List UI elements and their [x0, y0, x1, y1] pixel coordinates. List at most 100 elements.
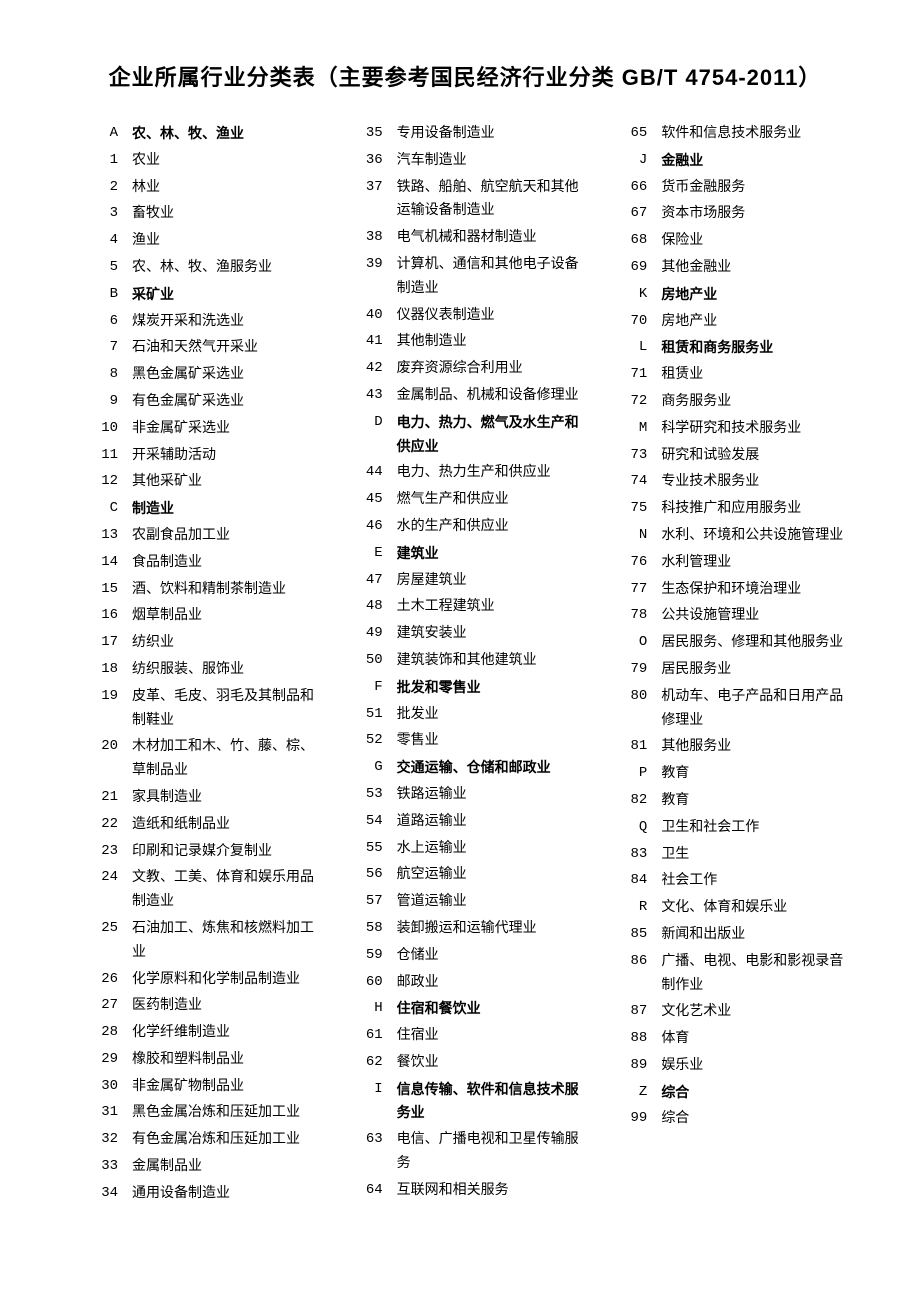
industry-name: 研究和试验发展 — [661, 444, 850, 468]
industry-row: H住宿和餐饮业 — [345, 997, 586, 1021]
industry-row: 13农副食品加工业 — [80, 524, 321, 548]
industry-row: 37铁路、船舶、航空航天和其他运输设备制造业 — [345, 176, 586, 224]
industry-name: 教育 — [661, 789, 850, 813]
industry-code: 53 — [345, 783, 397, 807]
industry-name: 新闻和出版业 — [661, 923, 850, 947]
industry-row: 23印刷和记录媒介复制业 — [80, 840, 321, 864]
industry-row: 5农、林、牧、渔服务业 — [80, 256, 321, 280]
industry-code: 7 — [80, 336, 132, 360]
industry-code: 45 — [345, 488, 397, 512]
industry-name: 住宿和餐饮业 — [397, 997, 586, 1021]
industry-row: R文化、体育和娱乐业 — [609, 896, 850, 920]
industry-code: 37 — [345, 176, 397, 200]
industry-code: 22 — [80, 813, 132, 837]
industry-row: 18纺织服装、服饰业 — [80, 658, 321, 682]
industry-code: 28 — [80, 1021, 132, 1045]
industry-name: 废弃资源综合利用业 — [397, 357, 586, 381]
industry-code: 47 — [345, 569, 397, 593]
industry-name: 居民服务、修理和其他服务业 — [661, 631, 850, 655]
industry-name: 开采辅助活动 — [132, 444, 321, 468]
industry-code: 67 — [609, 202, 661, 226]
industry-name: 铁路、船舶、航空航天和其他运输设备制造业 — [397, 176, 586, 224]
industry-name: 其他制造业 — [397, 330, 586, 354]
industry-code: D — [345, 411, 397, 435]
industry-name: 酒、饮料和精制茶制造业 — [132, 578, 321, 602]
industry-row: 29橡胶和塑料制品业 — [80, 1048, 321, 1072]
industry-row: 2林业 — [80, 176, 321, 200]
industry-code: 26 — [80, 968, 132, 992]
industry-code: 66 — [609, 176, 661, 200]
industry-code: 8 — [80, 363, 132, 387]
industry-row: 34通用设备制造业 — [80, 1182, 321, 1206]
industry-code: 6 — [80, 310, 132, 334]
industry-code: 72 — [609, 390, 661, 414]
industry-row: 1农业 — [80, 149, 321, 173]
industry-name: 教育 — [661, 762, 850, 786]
industry-code: 82 — [609, 789, 661, 813]
industry-name: 交通运输、仓储和邮政业 — [397, 756, 586, 780]
industry-row: 12其他采矿业 — [80, 470, 321, 494]
industry-row: 52零售业 — [345, 729, 586, 753]
industry-code: R — [609, 896, 661, 920]
industry-row: 80机动车、电子产品和日用产品修理业 — [609, 685, 850, 733]
industry-name: 电力、热力、燃气及水生产和供应业 — [397, 411, 586, 459]
industry-name: 其他服务业 — [661, 735, 850, 759]
industry-row: 77生态保护和环境治理业 — [609, 578, 850, 602]
industry-name: 生态保护和环境治理业 — [661, 578, 850, 602]
industry-name: 综合 — [661, 1107, 850, 1131]
industry-name: 汽车制造业 — [397, 149, 586, 173]
industry-code: 18 — [80, 658, 132, 682]
industry-row: 48土木工程建筑业 — [345, 595, 586, 619]
industry-row: D电力、热力、燃气及水生产和供应业 — [345, 411, 586, 459]
industry-name: 制造业 — [132, 497, 321, 521]
industry-code: Z — [609, 1081, 661, 1105]
industry-row: 26化学原料和化学制品制造业 — [80, 968, 321, 992]
industry-name: 石油加工、炼焦和核燃料加工业 — [132, 917, 321, 965]
industry-name: 道路运输业 — [397, 810, 586, 834]
industry-row: 78公共设施管理业 — [609, 604, 850, 628]
industry-code: 83 — [609, 843, 661, 867]
industry-name: 农、林、牧、渔业 — [132, 122, 321, 146]
industry-name: 科学研究和技术服务业 — [661, 417, 850, 441]
industry-row: 57管道运输业 — [345, 890, 586, 914]
industry-code: 43 — [345, 384, 397, 408]
industry-row: 41其他制造业 — [345, 330, 586, 354]
industry-row: F批发和零售业 — [345, 676, 586, 700]
industry-code: 31 — [80, 1101, 132, 1125]
industry-name: 公共设施管理业 — [661, 604, 850, 628]
industry-code: O — [609, 631, 661, 655]
industry-name: 石油和天然气开采业 — [132, 336, 321, 360]
industry-row: 84社会工作 — [609, 869, 850, 893]
industry-name: 电信、广播电视和卫星传输服务 — [397, 1128, 586, 1176]
industry-name: 水上运输业 — [397, 837, 586, 861]
industry-name: 仪器仪表制造业 — [397, 304, 586, 328]
industry-row: 42废弃资源综合利用业 — [345, 357, 586, 381]
industry-row: 60邮政业 — [345, 971, 586, 995]
industry-name: 房屋建筑业 — [397, 569, 586, 593]
industry-code: 38 — [345, 226, 397, 250]
industry-name: 土木工程建筑业 — [397, 595, 586, 619]
industry-code: 56 — [345, 863, 397, 887]
industry-row: 83卫生 — [609, 843, 850, 867]
industry-name: 文化艺术业 — [661, 1000, 850, 1024]
industry-row: M科学研究和技术服务业 — [609, 417, 850, 441]
industry-name: 水利管理业 — [661, 551, 850, 575]
industry-name: 餐饮业 — [397, 1051, 586, 1075]
industry-name: 卫生和社会工作 — [661, 816, 850, 840]
industry-name: 渔业 — [132, 229, 321, 253]
industry-code: 79 — [609, 658, 661, 682]
industry-code: F — [345, 676, 397, 700]
industry-row: Z综合 — [609, 1081, 850, 1105]
industry-code: 50 — [345, 649, 397, 673]
industry-name: 非金属矿采选业 — [132, 417, 321, 441]
industry-code: 81 — [609, 735, 661, 759]
industry-code: 69 — [609, 256, 661, 280]
industry-code: 44 — [345, 461, 397, 485]
industry-row: 67资本市场服务 — [609, 202, 850, 226]
industry-row: 63电信、广播电视和卫星传输服务 — [345, 1128, 586, 1176]
industry-row: 49建筑安装业 — [345, 622, 586, 646]
industry-code: 1 — [80, 149, 132, 173]
industry-row: 21家具制造业 — [80, 786, 321, 810]
industry-row: A农、林、牧、渔业 — [80, 122, 321, 146]
industry-name: 机动车、电子产品和日用产品修理业 — [661, 685, 850, 733]
